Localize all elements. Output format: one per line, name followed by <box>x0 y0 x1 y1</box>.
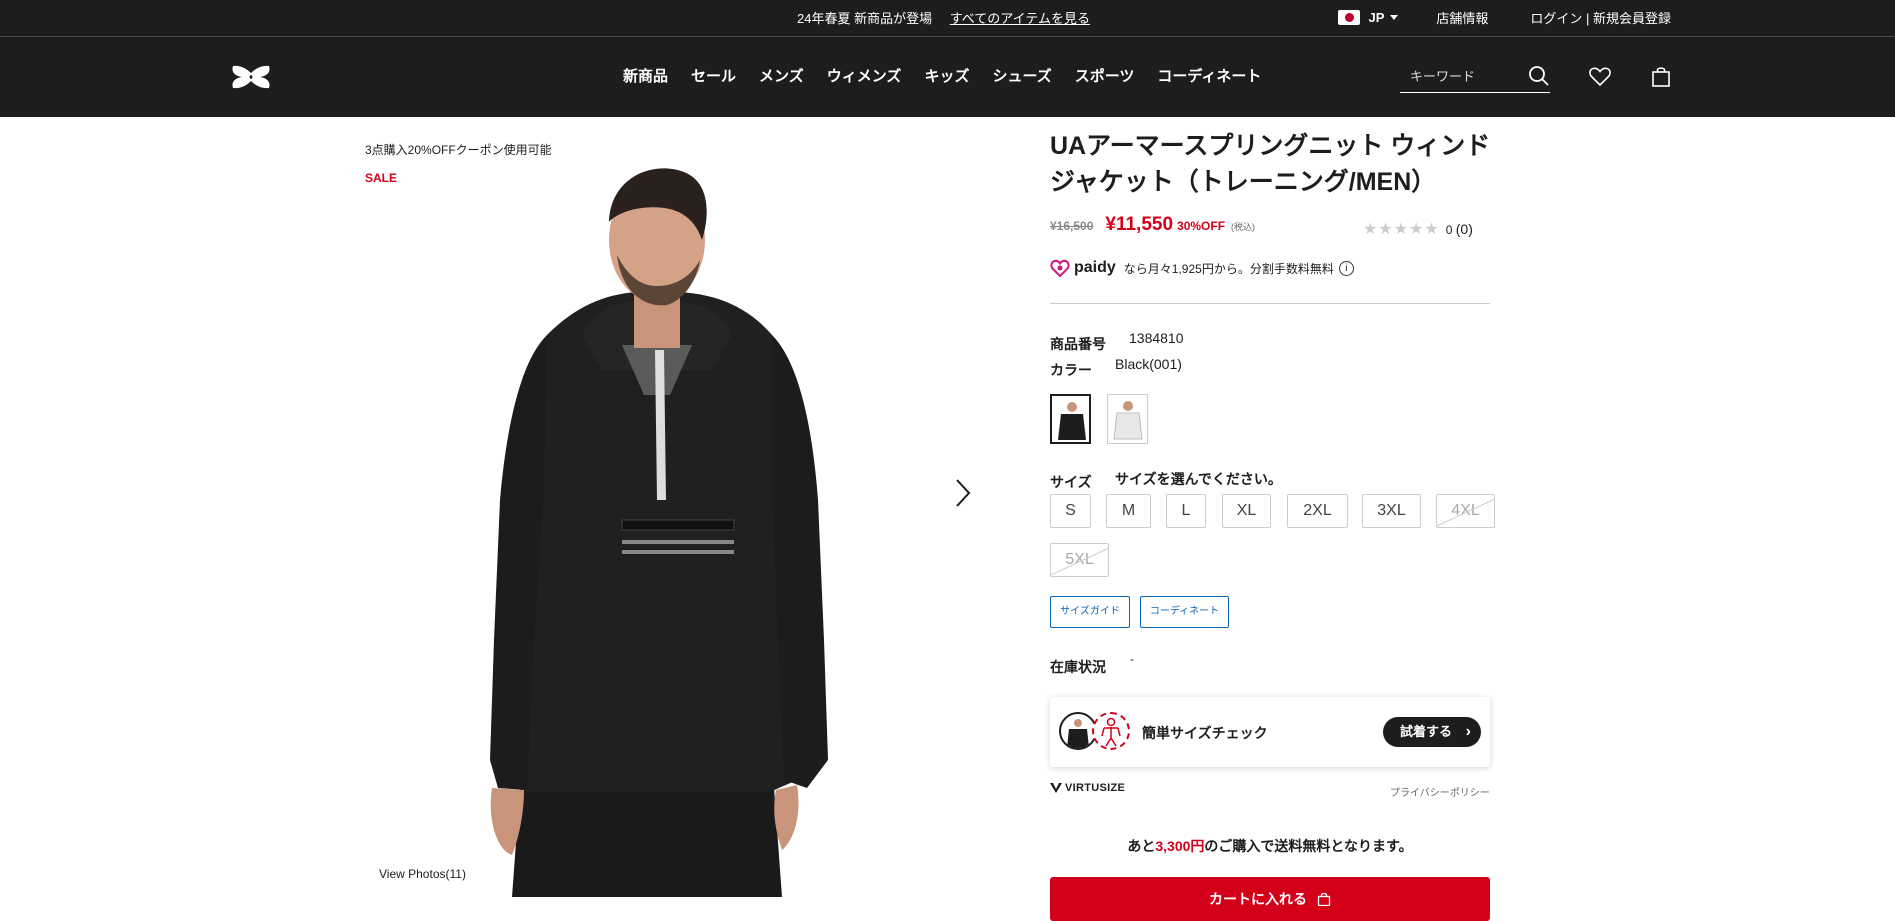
product-photo[interactable] <box>452 160 862 897</box>
country-selector[interactable]: JP <box>1368 10 1384 25</box>
size-label: サイズ <box>1050 474 1092 490</box>
paidy-wordmark: paidy <box>1074 259 1116 276</box>
free-shipping-note: あと3,300円のご購入で送料無料となります。 <box>1050 836 1490 856</box>
product-title: UAアーマースプリングニット ウィンドジャケット（トレーニング/MEN） <box>1050 132 1491 196</box>
main-nav: 新商品 セール メンズ ウィメンズ キッズ シューズ スポーツ コーディネート <box>623 65 1284 86</box>
chevron-down-icon[interactable] <box>1390 15 1399 20</box>
size-option-4xl-sold-out: 4XL <box>1436 494 1495 528</box>
nav-shoes[interactable]: シューズ <box>992 65 1051 86</box>
privacy-policy-link[interactable]: プライバシーポリシー <box>1390 784 1490 799</box>
announcement-text: 24年春夏 新商品が登場 <box>797 11 933 26</box>
discount-badge: 30%OFF <box>1177 219 1226 233</box>
size-option-s[interactable]: S <box>1050 494 1091 528</box>
size-prompt: サイズを選んでください。 <box>1115 471 1282 487</box>
paidy-logo: paidy <box>1050 258 1116 278</box>
info-icon[interactable]: i <box>1338 260 1354 276</box>
shipping-prefix: あと <box>1127 838 1156 854</box>
paidy-heart-icon <box>1050 259 1070 278</box>
rating-score: 0 <box>1445 223 1453 237</box>
virtusize-wordmark: VIRTUSIZE <box>1065 782 1126 794</box>
size-label-4xl: 4XL <box>1451 502 1480 519</box>
japan-flag-icon[interactable] <box>1338 10 1361 25</box>
size-option-xl[interactable]: XL <box>1222 494 1271 528</box>
search-input[interactable] <box>1400 61 1520 91</box>
next-photo-chevron-icon[interactable] <box>952 477 974 509</box>
size-check-text: 簡単サイズチェック <box>1142 725 1268 741</box>
item-number-value: 1384810 <box>1129 330 1184 346</box>
review-count: (0) <box>1455 221 1473 237</box>
color-swatch-white[interactable] <box>1107 394 1148 444</box>
black-jacket-thumbnail <box>1058 402 1086 440</box>
star-rating-icon: ★★★★★ <box>1363 221 1440 238</box>
add-to-cart-label: カートに入れる <box>1209 891 1308 907</box>
login-register-link[interactable]: ログイン | 新規会員登録 <box>1530 8 1671 27</box>
size-option-m[interactable]: M <box>1106 494 1151 528</box>
size-label-5xl: 5XL <box>1065 551 1094 568</box>
search-box <box>1400 61 1550 93</box>
top-announcement-bar: 24年春夏 新商品が登場 すべてのアイテムを見る JP 店舗情報 ログイン | … <box>0 0 1895 37</box>
jacket-avatar-icon <box>1067 719 1089 748</box>
stores-link[interactable]: 店舗情報 <box>1436 8 1488 27</box>
product-rating[interactable]: ★★★★★ 0 (0) <box>1363 219 1473 239</box>
color-label: カラー <box>1050 362 1092 378</box>
paidy-text: なら月々1,925円から。分割手数料無料 <box>1123 261 1334 276</box>
nav-new[interactable]: 新商品 <box>623 65 668 86</box>
virtusize-logo-icon <box>1050 783 1062 793</box>
virtusize-widget: 簡単サイズチェック 試着する › <box>1050 697 1490 767</box>
size-option-5xl-sold-out: 5XL <box>1050 543 1109 577</box>
nav-kids[interactable]: キッズ <box>924 65 969 86</box>
size-option-l[interactable]: L <box>1166 494 1206 528</box>
rating-count: 0 (0) <box>1446 221 1473 237</box>
size-option-3xl[interactable]: 3XL <box>1362 494 1421 528</box>
sale-price: ¥11,550 <box>1105 214 1174 235</box>
stock-status-value: - <box>1130 652 1134 666</box>
nav-mens[interactable]: メンズ <box>759 65 804 86</box>
body-avatar <box>1092 712 1130 750</box>
search-icon[interactable] <box>1528 65 1550 87</box>
color-value: Black(001) <box>1115 356 1182 372</box>
original-price: ¥16,500 <box>1050 219 1094 233</box>
model-jacket-image <box>490 168 828 897</box>
nav-sports[interactable]: スポーツ <box>1075 65 1135 86</box>
divider <box>1050 303 1490 304</box>
nav-womens[interactable]: ウィメンズ <box>827 65 902 86</box>
shopping-bag-icon[interactable] <box>1649 64 1673 88</box>
size-option-2xl[interactable]: 2XL <box>1287 494 1348 528</box>
top-utility-links: JP 店舗情報 ログイン | 新規会員登録 <box>1338 8 1671 27</box>
nav-sale[interactable]: セール <box>691 65 736 86</box>
size-guide-button[interactable]: サイズガイド <box>1050 596 1130 628</box>
virtusize-brand: VIRTUSIZE <box>1050 782 1125 794</box>
under-armour-logo-icon[interactable] <box>229 64 273 90</box>
stock-status-label: 在庫状況 <box>1050 659 1106 675</box>
coordinate-button[interactable]: コーディネート <box>1140 596 1229 628</box>
try-on-label: 試着する <box>1400 724 1453 739</box>
view-photos-link[interactable]: View Photos(11) <box>379 867 466 881</box>
white-jacket-thumbnail <box>1113 401 1143 440</box>
item-number-label: 商品番号 <box>1050 336 1106 352</box>
sale-badge: SALE <box>365 171 398 185</box>
shipping-amount: 3,300円 <box>1155 838 1205 854</box>
coupon-note: 3点購入20%OFFクーポン使用可能 <box>365 143 552 157</box>
color-swatch-black[interactable] <box>1050 394 1091 444</box>
view-all-items-link[interactable]: すべてのアイテムを見る <box>950 11 1090 26</box>
heart-icon[interactable] <box>1588 64 1612 88</box>
chevron-right-icon: › <box>1465 723 1471 740</box>
nav-coordinate[interactable]: コーディネート <box>1157 65 1261 86</box>
main-header: 新商品 セール メンズ ウィメンズ キッズ シューズ スポーツ コーディネート <box>0 37 1895 117</box>
paidy-installment: paidy なら月々1,925円から。分割手数料無料 i <box>1050 258 1354 278</box>
tax-note: (税込) <box>1231 222 1256 232</box>
shipping-suffix: のご購入で送料無料となります。 <box>1204 838 1413 854</box>
cart-bag-icon <box>1317 892 1331 907</box>
add-to-cart-button[interactable]: カートに入れる <box>1050 877 1490 921</box>
announcement: 24年春夏 新商品が登場 すべてのアイテムを見る <box>797 8 1090 27</box>
try-on-button[interactable]: 試着する › <box>1383 717 1481 747</box>
body-silhouette-icon <box>1101 717 1121 747</box>
